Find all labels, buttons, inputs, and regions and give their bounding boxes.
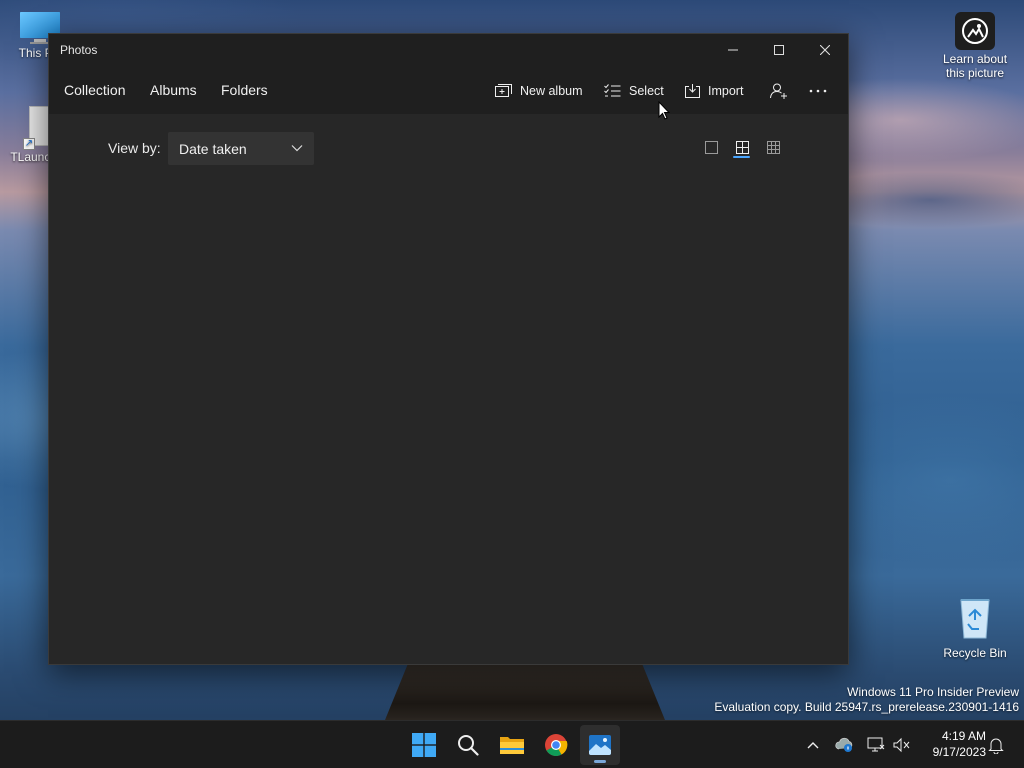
account-button[interactable] <box>770 81 788 101</box>
notifications-button[interactable] <box>986 735 1006 755</box>
maximize-button[interactable] <box>756 34 802 66</box>
import-icon <box>685 84 700 98</box>
system-clock[interactable]: 4:19 AM 9/17/2023 <box>920 728 986 760</box>
view-by-dropdown[interactable]: Date taken <box>168 132 314 165</box>
evaluation-watermark: Windows 11 Pro Insider Preview Evaluatio… <box>714 685 1019 715</box>
select-label: Select <box>629 84 664 98</box>
shortcut-arrow-icon: ↗ <box>23 138 35 150</box>
network-tray-button[interactable] <box>866 735 886 755</box>
import-button[interactable]: Import <box>685 81 743 101</box>
top-navigation: Collection Albums Folders New album Sele… <box>49 66 848 114</box>
recycle-bin-icon <box>960 599 990 639</box>
search-button[interactable] <box>448 725 488 765</box>
bell-icon <box>988 738 1004 754</box>
speaker-muted-icon <box>893 737 910 753</box>
four-grid-icon <box>735 140 749 154</box>
clock-time: 4:19 AM <box>941 729 986 743</box>
nav-collection[interactable]: Collection <box>64 82 125 98</box>
clock-date: 9/17/2023 <box>932 745 986 759</box>
cloud-info-icon <box>835 737 853 752</box>
desktop-icon-learn-about-picture[interactable]: Learn about this picture <box>934 12 1016 80</box>
chrome-button[interactable] <box>536 725 576 765</box>
show-hidden-icons-button[interactable] <box>803 735 823 755</box>
windows-logo-icon <box>412 733 436 757</box>
watermark-line-1: Windows 11 Pro Insider Preview <box>847 685 1019 699</box>
file-explorer-button[interactable] <box>492 725 532 765</box>
more-options-button[interactable] <box>809 81 827 101</box>
checklist-icon <box>604 84 621 97</box>
new-album-button[interactable]: New album <box>495 81 583 101</box>
minimize-button[interactable] <box>710 34 756 66</box>
watermark-line-2: Evaluation copy. Build 25947.rs_prerelea… <box>714 700 1019 714</box>
active-app-indicator <box>594 760 606 763</box>
nav-albums[interactable]: Albums <box>150 82 197 98</box>
maximize-icon <box>774 45 784 55</box>
select-button[interactable]: Select <box>604 81 664 101</box>
view-by-label: View by: <box>108 140 161 156</box>
close-button[interactable] <box>802 34 848 66</box>
photos-taskbar-button[interactable] <box>580 725 620 765</box>
single-square-icon <box>704 140 718 154</box>
search-icon <box>458 735 479 756</box>
network-icon <box>867 737 885 752</box>
chevron-up-icon <box>807 742 819 749</box>
layout-small-button[interactable] <box>764 138 782 156</box>
start-button[interactable] <box>404 725 444 765</box>
desktop-icon-recycle-bin[interactable]: Recycle Bin <box>940 596 1010 660</box>
nine-grid-icon <box>766 140 780 154</box>
taskbar: 4:19 AM 9/17/2023 <box>0 720 1024 768</box>
import-label: Import <box>708 84 744 98</box>
folder-icon <box>500 737 524 754</box>
close-icon <box>820 45 830 55</box>
window-title: Photos <box>60 43 98 57</box>
layout-medium-button[interactable] <box>733 138 751 156</box>
wallpaper-pier <box>385 665 665 720</box>
layout-selected-indicator <box>733 156 750 158</box>
new-album-icon <box>495 84 512 97</box>
minimize-icon <box>728 49 738 51</box>
volume-tray-button[interactable] <box>892 735 912 755</box>
photos-window: Photos Collection Albums Folders New alb… <box>48 33 849 665</box>
onedrive-tray-button[interactable] <box>835 735 855 755</box>
mouse-cursor-icon <box>658 101 670 120</box>
view-by-selected-value: Date taken <box>179 140 247 157</box>
desktop-icon-label: Recycle Bin <box>943 646 1007 660</box>
new-album-label: New album <box>520 84 583 98</box>
chrome-icon <box>545 734 568 756</box>
photos-app-icon <box>589 735 611 755</box>
chevron-down-icon <box>291 145 303 152</box>
nav-folders[interactable]: Folders <box>221 82 268 98</box>
more-ellipsis-icon <box>809 89 827 93</box>
title-bar[interactable]: Photos <box>49 34 848 66</box>
camera-badge-icon <box>955 12 995 50</box>
desktop-icon-label: Learn about this picture <box>942 52 1008 80</box>
layout-large-button[interactable] <box>702 138 720 156</box>
person-add-icon <box>770 83 787 99</box>
